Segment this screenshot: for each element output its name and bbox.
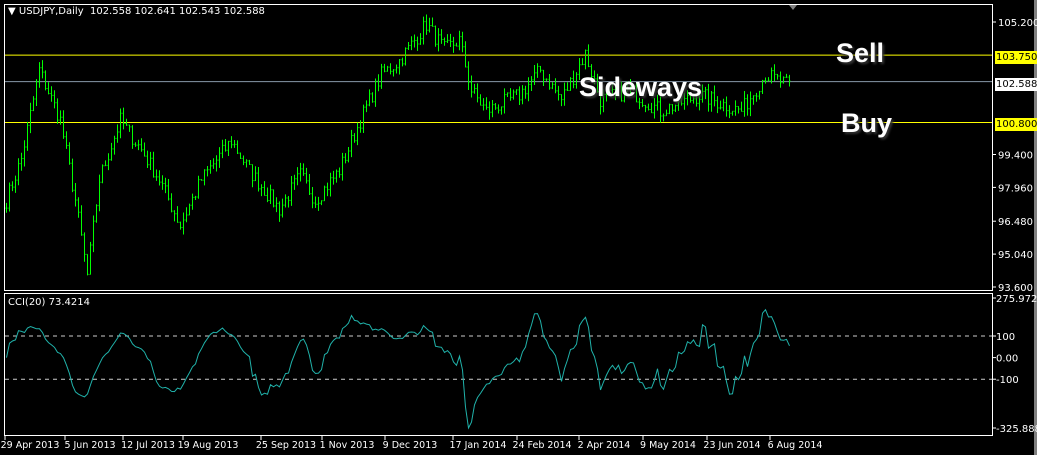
x-tick-label: 5 Jun 2013	[64, 440, 115, 451]
cci-y-tick-label: 0.00	[996, 354, 1018, 365]
x-tick-label: 17 Jan 2014	[450, 440, 507, 451]
cci-header: CCI(20) 73.4214	[8, 297, 90, 308]
cci-y-tick-label: 100	[996, 332, 1015, 343]
ohlc-values: 102.558 102.641 102.543 102.588	[89, 6, 265, 17]
x-tick-label: 23 Jun 2014	[703, 440, 760, 451]
cci-y-tick-label: 275.9725	[996, 294, 1037, 305]
y-tick-label: 95.040	[998, 250, 1033, 261]
symbol-header: ▼ USDJPY,Daily 102.558 102.641 102.543 1…	[8, 6, 265, 17]
x-tick-label: 9 Dec 2013	[383, 440, 438, 451]
y-tick-label: 97.960	[998, 183, 1033, 194]
cci-y-tick-label: -325.888	[996, 424, 1037, 435]
x-tick-label: 9 May 2014	[640, 440, 696, 451]
x-tick-label: 6 Aug 2014	[768, 440, 823, 451]
cci-panel-frame	[4, 293, 993, 436]
x-tick-label: 1 Nov 2013	[320, 440, 375, 451]
y-tick-label: 93.600	[998, 283, 1033, 294]
cci-y-tick-label: -100	[996, 375, 1019, 386]
y-tick-label: 96.480	[998, 217, 1033, 228]
buy-annotation: Buy	[841, 108, 893, 138]
current-price-tag: 102.588	[995, 78, 1037, 91]
sideways-annotation: Sideways	[579, 72, 703, 102]
x-tick-label: 19 Aug 2013	[178, 440, 239, 451]
symbol-label: USDJPY,Daily	[18, 6, 84, 17]
y-tick-label: 99.400	[998, 151, 1033, 162]
dropdown-triangle-icon[interactable]: ▼	[8, 6, 16, 17]
cci-line	[6, 308, 790, 430]
x-tick-label: 29 Apr 2013	[1, 440, 60, 451]
x-tick-label: 24 Feb 2014	[512, 440, 571, 451]
buy-level-tag: 100.800	[995, 118, 1037, 131]
shift-marker-icon	[789, 5, 797, 10]
x-tick-label: 12 Jul 2013	[121, 440, 175, 451]
x-tick-label: 25 Sep 2013	[256, 440, 316, 451]
chart-window: 105.200 99.400 97.960 96.480 95.040 93.600 275…	[0, 0, 1037, 455]
y-tick-label: 105.200	[998, 18, 1037, 29]
sell-level-tag: 103.750	[995, 51, 1037, 64]
sell-annotation: Sell	[836, 38, 885, 68]
x-tick-label: 2 Apr 2014	[578, 440, 631, 451]
